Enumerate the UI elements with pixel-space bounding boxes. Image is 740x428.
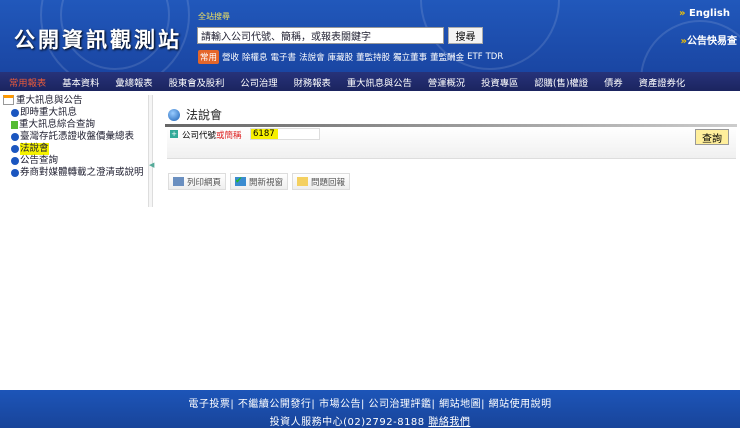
sidebar-root[interactable]: 重大訊息與公告 xyxy=(3,95,145,107)
download-icon xyxy=(11,121,18,129)
quick-link[interactable]: TDR xyxy=(486,52,504,62)
bullet-icon xyxy=(11,133,19,141)
envelope-icon xyxy=(297,177,308,186)
site-header: 公開資訊觀測站 全站搜尋 搜尋 常用 營收 除權息 電子書 法說會 庫藏股 董監… xyxy=(0,0,740,140)
footer-links[interactable]: 電子投票| 不繼續公開發行| 市場公告| 公司治理評鑑| 網站地圖| 網站使用說… xyxy=(0,395,740,410)
nav-item[interactable]: 股東會及股利 xyxy=(169,75,225,89)
quick-link[interactable]: 除權息 xyxy=(242,51,268,63)
sidebar-item-active[interactable]: 法說會 xyxy=(3,143,145,155)
nav-item[interactable]: 基本資料 xyxy=(62,75,99,89)
quick-link[interactable]: 電子書 xyxy=(271,51,297,63)
sidebar-root-label: 重大訊息與公告 xyxy=(16,95,83,106)
new-window-button[interactable]: ✔ 開新視窗 xyxy=(230,173,289,190)
printer-icon xyxy=(173,177,184,186)
nav-item[interactable]: 公司治理 xyxy=(240,75,277,89)
sidebar-item-label: 公告查詢 xyxy=(20,155,59,166)
query-form: + 公司代號或簡稱 查詢 xyxy=(167,127,736,159)
bullet-icon xyxy=(11,145,19,153)
chevron-right-icon: » xyxy=(679,8,686,19)
nav-item[interactable]: 認購(售)權證 xyxy=(534,75,588,89)
new-window-label: 開新視窗 xyxy=(249,177,284,188)
quick-links: 常用 營收 除權息 電子書 法說會 庫藏股 董監持股 獨立董事 董監酬金 ETF… xyxy=(198,50,503,64)
english-label: English xyxy=(688,8,730,19)
quick-link[interactable]: 庫藏股 xyxy=(328,51,354,63)
check-window-icon: ✔ xyxy=(235,177,246,186)
page-title-text: 法說會 xyxy=(186,108,223,122)
globe-icon xyxy=(168,108,180,121)
quick-link[interactable]: 法說會 xyxy=(299,51,325,63)
sidebar-item[interactable]: 券商對媒體轉載之澄清或說明 xyxy=(3,167,145,179)
nav-item[interactable]: 資產證券化 xyxy=(639,75,686,89)
main-nav: 常用報表 基本資料 彙總報表 股東會及股利 公司治理 財務報表 重大訊息與公告 … xyxy=(0,72,740,91)
report-issue-label: 問題回報 xyxy=(311,177,346,188)
quick-link[interactable]: 營收 xyxy=(222,51,239,63)
bullet-icon xyxy=(11,169,19,177)
collapse-arrow-icon[interactable]: ◀ xyxy=(149,161,154,169)
search-button[interactable]: 搜尋 xyxy=(448,27,483,44)
quick-lookup-link[interactable]: »公告快易查 xyxy=(681,32,737,47)
sidebar-item-label: 法說會 xyxy=(20,143,49,155)
service-center: 投資人服務中心(02)2792-8188 xyxy=(269,417,425,428)
site-footer: 電子投票| 不繼續公開發行| 市場公告| 公司治理評鑑| 網站地圖| 網站使用說… xyxy=(0,390,740,428)
quick-tag: 常用 xyxy=(198,50,220,64)
bullet-icon xyxy=(11,157,19,165)
quick-link[interactable]: ETF xyxy=(467,52,482,62)
quick-link[interactable]: 獨立董事 xyxy=(393,51,427,63)
nav-item[interactable]: 彙總報表 xyxy=(115,75,152,89)
label-text: 公司代號 xyxy=(182,131,217,141)
label-or-text: 或簡稱 xyxy=(216,131,242,141)
nav-item[interactable]: 財務報表 xyxy=(294,75,331,89)
sidebar-item[interactable]: 即時重大訊息 xyxy=(3,107,145,119)
sidebar-item[interactable]: 臺灣存託憑證收盤價彙總表 xyxy=(3,131,145,143)
nav-item[interactable]: 重大訊息與公告 xyxy=(347,75,412,89)
page-title: 法說會 xyxy=(168,106,222,123)
sidebar-item[interactable]: 重大訊息綜合查詢 xyxy=(3,119,145,131)
sidebar-item[interactable]: 公告查詢 xyxy=(3,155,145,167)
nav-item[interactable]: 投資專區 xyxy=(481,75,518,89)
company-code-input[interactable] xyxy=(250,128,320,140)
site-logo[interactable]: 公開資訊觀測站 xyxy=(14,24,182,54)
search-label: 全站搜尋 xyxy=(198,12,230,21)
bullet-icon xyxy=(11,109,19,117)
quick-lookup-label: 公告快易查 xyxy=(687,36,737,47)
quick-link[interactable]: 董監持股 xyxy=(356,51,390,63)
sidebar: 重大訊息與公告 即時重大訊息 重大訊息綜合查詢 臺灣存託憑證收盤價彙總表 法說會… xyxy=(3,95,145,179)
nav-item[interactable]: 債券 xyxy=(604,75,623,89)
sidebar-item-label: 即時重大訊息 xyxy=(20,107,78,118)
sidebar-item-label: 臺灣存託憑證收盤價彙總表 xyxy=(20,131,135,142)
sidebar-item-label: 券商對媒體轉載之澄清或說明 xyxy=(20,167,144,178)
report-issue-button[interactable]: 問題回報 xyxy=(292,173,351,190)
print-button[interactable]: 列印網頁 xyxy=(168,173,227,190)
query-button[interactable]: 查詢 xyxy=(695,129,729,145)
sidebar-splitter[interactable]: ◀ xyxy=(148,95,154,207)
contact-link[interactable]: 聯絡我們 xyxy=(428,417,470,428)
quick-link[interactable]: 董監酬金 xyxy=(430,51,464,63)
nav-item[interactable]: 營運概況 xyxy=(428,75,465,89)
english-link[interactable]: » English xyxy=(679,8,730,19)
site-search-input[interactable] xyxy=(197,27,444,44)
company-field-label: 公司代號或簡稱 xyxy=(182,129,242,141)
print-label: 列印網頁 xyxy=(187,177,222,188)
nav-item[interactable]: 常用報表 xyxy=(9,75,46,89)
sidebar-item-label: 重大訊息綜合查詢 xyxy=(19,119,96,130)
plus-icon: + xyxy=(170,130,178,138)
folder-icon xyxy=(3,95,14,105)
